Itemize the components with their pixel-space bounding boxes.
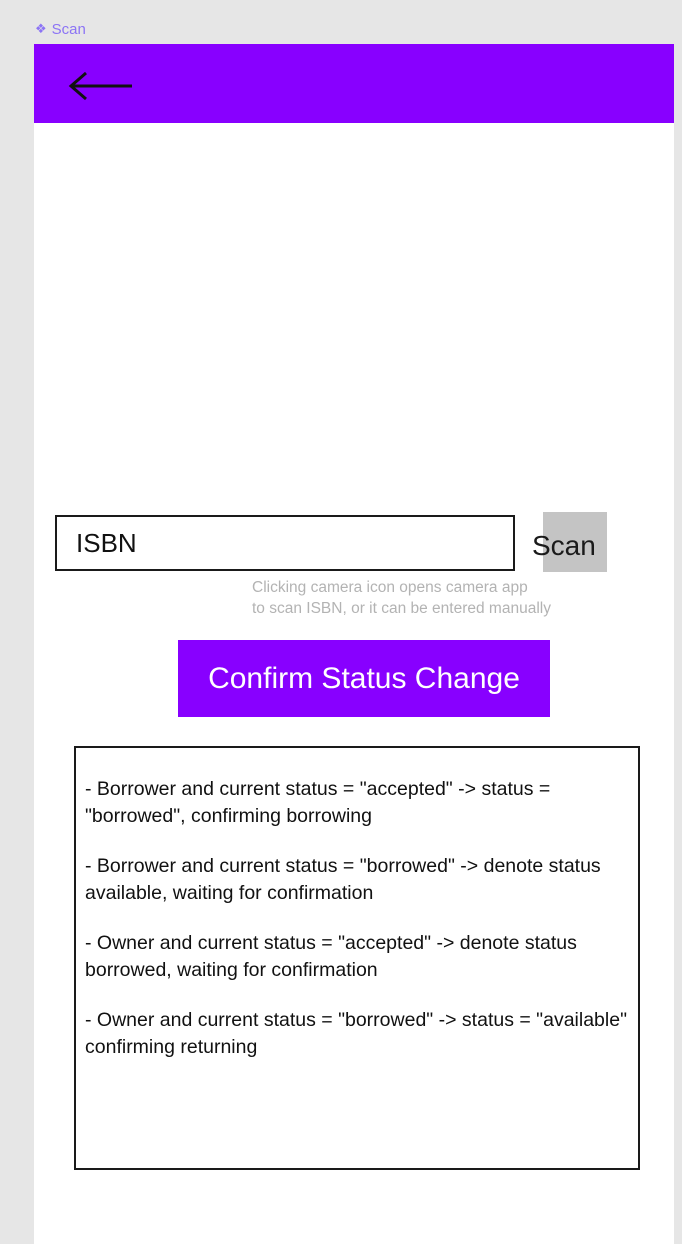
confirm-status-change-button[interactable]: Confirm Status Change bbox=[178, 640, 550, 717]
app-bar bbox=[34, 44, 674, 123]
arrow-left-icon bbox=[68, 71, 132, 101]
frame-label-text: Scan bbox=[51, 20, 86, 38]
frame-label: ❖ Scan bbox=[35, 18, 86, 40]
status-rules-box: - Borrower and current status = "accepte… bbox=[74, 746, 640, 1170]
back-button[interactable] bbox=[68, 70, 134, 102]
rule-item: - Borrower and current status = "borrowe… bbox=[85, 855, 601, 904]
scan-button-label[interactable]: Scan bbox=[532, 528, 596, 564]
scan-hint-text: Clicking camera icon opens camera app to… bbox=[252, 579, 551, 617]
phone-screen: Scan Clicking camera icon opens camera a… bbox=[34, 44, 674, 1244]
component-icon: ❖ bbox=[35, 21, 47, 36]
isbn-input[interactable] bbox=[55, 515, 515, 571]
rule-item: - Borrower and current status = "accepte… bbox=[85, 778, 551, 827]
rule-item: - Owner and current status = "borrowed" … bbox=[85, 1009, 627, 1058]
rule-item: - Owner and current status = "accepted" … bbox=[85, 932, 577, 981]
